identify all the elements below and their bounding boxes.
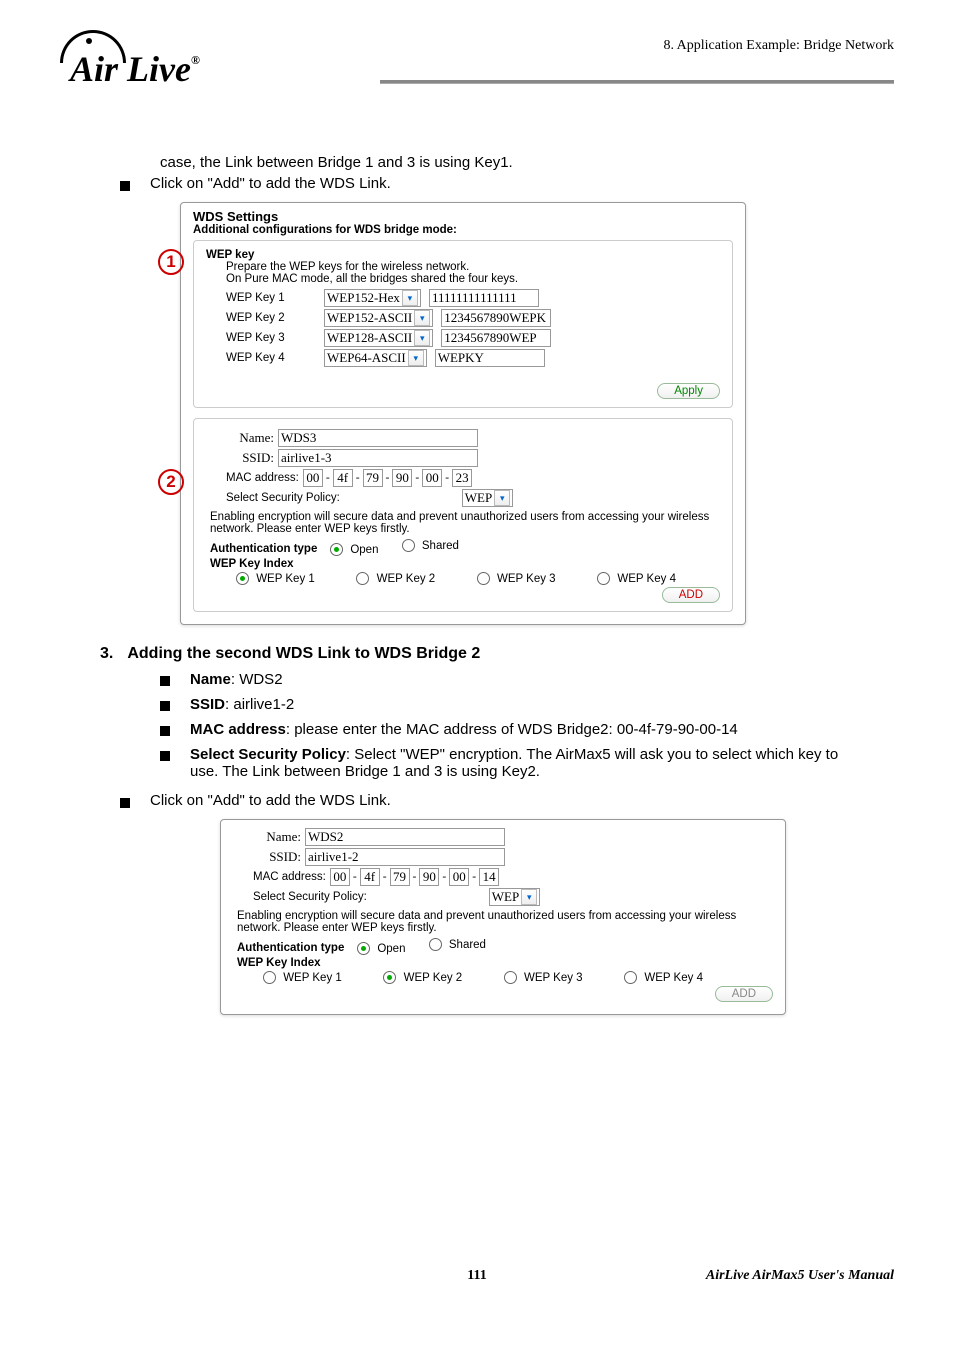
policy-select[interactable]: WEP▾ [462, 489, 513, 507]
mac-4-input[interactable] [422, 469, 442, 487]
chevron-down-icon: ▾ [402, 290, 418, 306]
body-text: Click on "Add" to add the WDS Link. [150, 175, 391, 192]
wep-key-index-label: WEP Key Index [237, 957, 773, 969]
page-number: 111 [467, 1268, 486, 1284]
policy-label: Select Security Policy: [253, 891, 367, 903]
wep-key2-label: WEP Key 2 [226, 312, 316, 324]
keyidx-2-radio[interactable]: WEP Key 2 [383, 971, 462, 984]
wep-key4-value-input[interactable] [435, 349, 545, 367]
name-label: Name: [253, 829, 303, 845]
panel-subtitle: Additional configurations for WDS bridge… [193, 224, 733, 236]
chevron-down-icon: ▾ [494, 490, 510, 506]
step-title: Adding the second WDS Link to WDS Bridge… [127, 645, 480, 663]
list-item: Name: WDS2 [190, 671, 283, 688]
policy-label: Select Security Policy: [226, 492, 340, 504]
mac-label: MAC address: [253, 871, 326, 883]
wep-key2-value-input[interactable] [441, 309, 551, 327]
list-item: Select Security Policy: Select "WEP" enc… [190, 746, 854, 780]
policy-select[interactable]: WEP▾ [489, 888, 540, 906]
bullet-icon [120, 798, 130, 808]
keyidx-4-radio[interactable]: WEP Key 4 [624, 971, 703, 984]
chevron-down-icon: ▾ [414, 310, 430, 326]
mac-0-input[interactable] [330, 868, 350, 886]
bullet-icon [160, 751, 170, 761]
chevron-down-icon: ▾ [414, 330, 430, 346]
mac-3-input[interactable] [419, 868, 439, 886]
mac-1-input[interactable] [333, 469, 353, 487]
keyidx-1-radio[interactable]: WEP Key 1 [236, 572, 315, 585]
wep-key4-label: WEP Key 4 [226, 352, 316, 364]
apply-button[interactable]: Apply [657, 383, 720, 399]
auth-type-label: Authentication type [210, 543, 317, 555]
callout-2: 2 [158, 469, 184, 495]
keyidx-3-radio[interactable]: WEP Key 3 [504, 971, 583, 984]
list-item: MAC address: please enter the MAC addres… [190, 721, 738, 738]
mac-0-input[interactable] [303, 469, 323, 487]
logo: Air Live® [60, 30, 894, 90]
keyidx-1-radio[interactable]: WEP Key 1 [263, 971, 342, 984]
add-button[interactable]: ADD [662, 587, 720, 603]
wep-key3-value-input[interactable] [441, 329, 551, 347]
bullet-icon [160, 726, 170, 736]
body-text: Click on "Add" to add the WDS Link. [150, 792, 391, 809]
mac-2-input[interactable] [390, 868, 410, 886]
auth-open-radio[interactable]: Open [330, 543, 378, 556]
wep-help-1: Prepare the WEP keys for the wireless ne… [226, 261, 720, 273]
panel-title: WDS Settings [193, 209, 733, 224]
wep-key2-type-select[interactable]: WEP152-ASCII▾ [324, 309, 433, 327]
wep-key4-type-select[interactable]: WEP64-ASCII▾ [324, 349, 427, 367]
ssid-label: SSID: [253, 849, 303, 865]
mac-1-input[interactable] [360, 868, 380, 886]
chevron-down-icon: ▾ [521, 889, 537, 905]
wep-key1-type-select[interactable]: WEP152-Hex▾ [324, 289, 421, 307]
auth-type-label: Authentication type [237, 942, 344, 954]
ssid-input[interactable] [305, 848, 505, 866]
wep-key-index-label: WEP Key Index [210, 558, 720, 570]
ssid-input[interactable] [278, 449, 478, 467]
mac-4-input[interactable] [449, 868, 469, 886]
bullet-icon [160, 701, 170, 711]
keyidx-3-radio[interactable]: WEP Key 3 [477, 572, 556, 585]
keyidx-2-radio[interactable]: WEP Key 2 [356, 572, 435, 585]
mac-5-input[interactable] [479, 868, 499, 886]
mac-label: MAC address: [226, 472, 299, 484]
auth-shared-radio[interactable]: Shared [402, 539, 459, 552]
wep-key-label: WEP key [206, 249, 720, 261]
keyidx-4-radio[interactable]: WEP Key 4 [597, 572, 676, 585]
name-input[interactable] [305, 828, 505, 846]
wep-key1-value-input[interactable] [429, 289, 539, 307]
list-item: SSID: airlive1-2 [190, 696, 294, 713]
bullet-icon [120, 181, 130, 191]
name-input[interactable] [278, 429, 478, 447]
step-number: 3. [100, 645, 113, 663]
add-button[interactable]: ADD [715, 986, 773, 1002]
screenshot-wds-settings: WDS Settings Additional configurations f… [180, 202, 746, 625]
manual-title: AirLive AirMax5 User's Manual [706, 1268, 894, 1284]
wep-key3-type-select[interactable]: WEP128-ASCII▾ [324, 329, 433, 347]
bullet-icon [160, 676, 170, 686]
encryption-note: Enabling encryption will secure data and… [210, 511, 720, 535]
auth-open-radio[interactable]: Open [357, 942, 405, 955]
screenshot-wds-form2: Name: SSID: MAC address: - - - - - Selec… [220, 819, 786, 1015]
name-label: Name: [226, 430, 276, 446]
mac-3-input[interactable] [392, 469, 412, 487]
wep-key1-label: WEP Key 1 [226, 292, 316, 304]
body-text: case, the Link between Bridge 1 and 3 is… [160, 154, 854, 171]
encryption-note: Enabling encryption will secure data and… [237, 910, 773, 934]
wep-help-2: On Pure MAC mode, all the bridges shared… [226, 273, 720, 285]
ssid-label: SSID: [226, 450, 276, 466]
mac-2-input[interactable] [363, 469, 383, 487]
wep-key3-label: WEP Key 3 [226, 332, 316, 344]
chevron-down-icon: ▾ [408, 350, 424, 366]
mac-5-input[interactable] [452, 469, 472, 487]
callout-1: 1 [158, 249, 184, 275]
auth-shared-radio[interactable]: Shared [429, 938, 486, 951]
